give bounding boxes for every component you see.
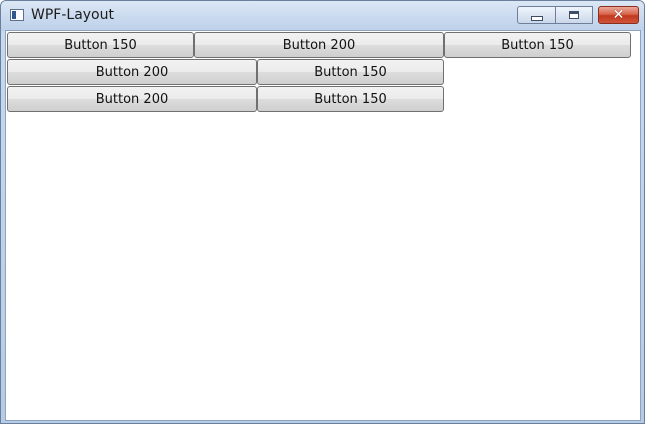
row3-button-150[interactable]: Button 150	[257, 86, 444, 112]
maximize-icon	[569, 11, 579, 19]
row1-button-150[interactable]: Button 150	[7, 32, 194, 58]
app-window: WPF-Layout ✕ Button 150 Button 200 Butto…	[0, 0, 645, 424]
minimize-button[interactable]	[517, 6, 556, 24]
row2-button-200[interactable]: Button 200	[7, 59, 257, 85]
close-button[interactable]: ✕	[598, 6, 639, 24]
row1-button-150b[interactable]: Button 150	[444, 32, 631, 58]
row2-button-150[interactable]: Button 150	[257, 59, 444, 85]
maximize-button[interactable]	[555, 6, 593, 24]
app-window-icon	[10, 9, 24, 21]
close-icon: ✕	[612, 7, 625, 23]
minimize-icon	[530, 15, 543, 21]
title-bar[interactable]: WPF-Layout ✕	[1, 1, 644, 31]
window-title: WPF-Layout	[31, 7, 114, 23]
row3-button-200[interactable]: Button 200	[7, 86, 257, 112]
client-area: Button 150 Button 200 Button 150 Button …	[5, 30, 641, 421]
row1-button-200[interactable]: Button 200	[194, 32, 444, 58]
